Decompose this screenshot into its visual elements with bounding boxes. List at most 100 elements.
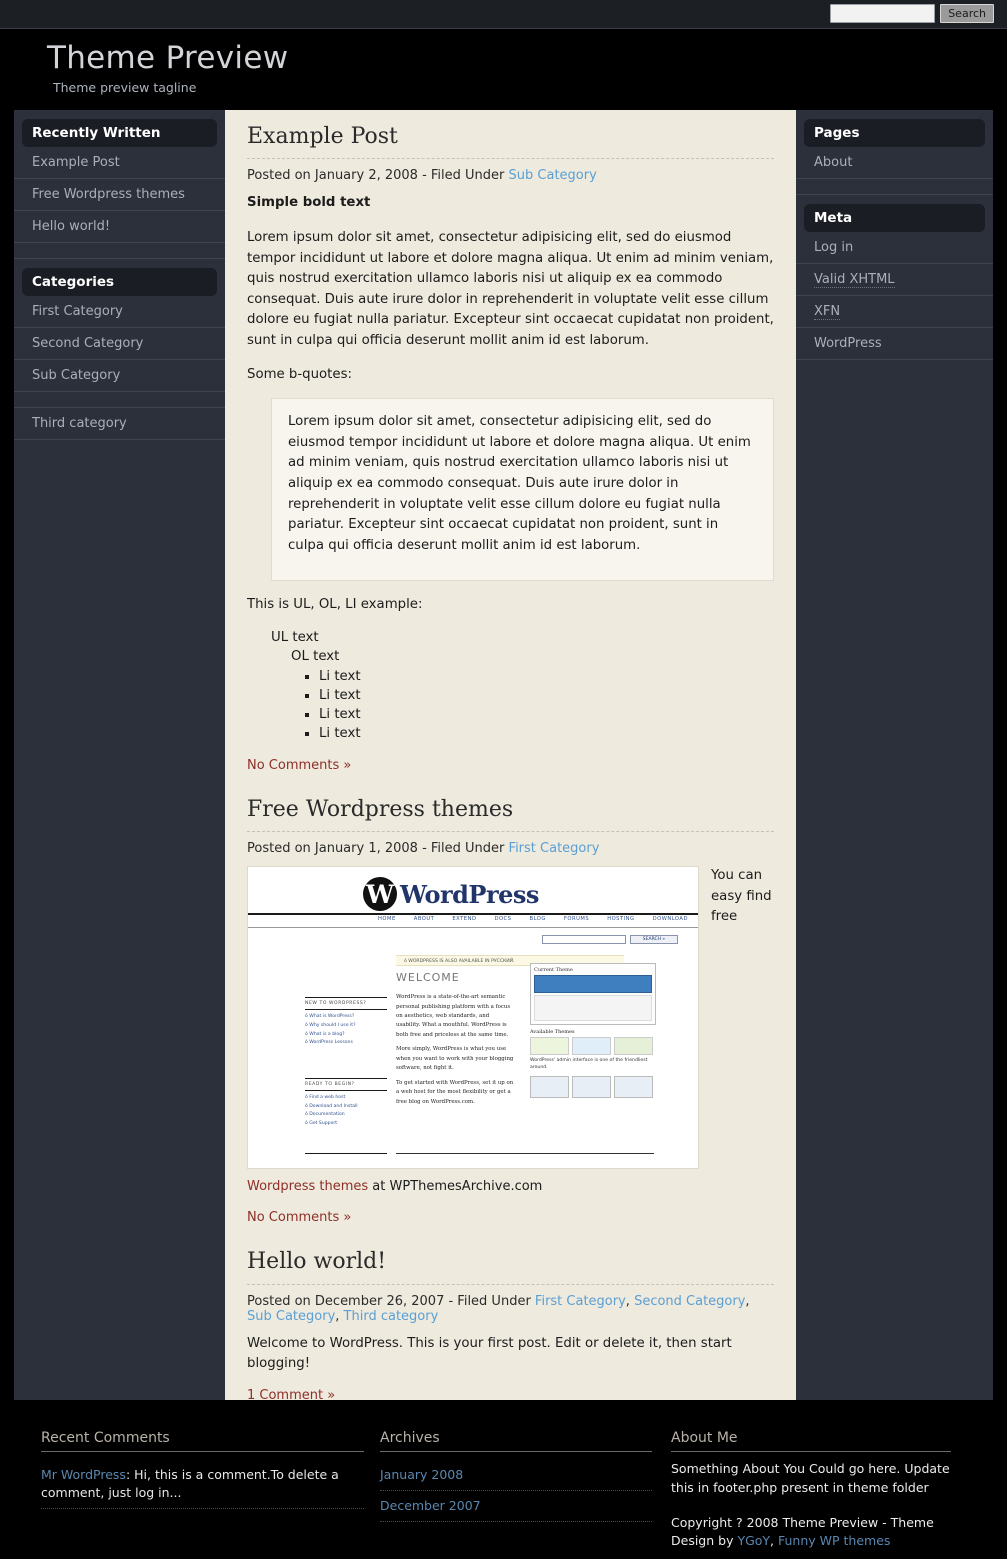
list-item[interactable]: Free Wordpress themes [14, 179, 225, 211]
column-heading-new: NEW TO WORDPRESS? [305, 1001, 367, 1007]
sidebar-link-third-category[interactable]: Third category [32, 416, 127, 431]
demo-list-ol: OL text Li text Li text Li text Li text [271, 647, 774, 743]
credit-link-funny-wp-themes[interactable]: Funny WP themes [778, 1533, 890, 1548]
wordpress-mini-search: SEARCH » [542, 935, 678, 945]
sidebar-link-sub-category[interactable]: Sub Category [32, 368, 120, 383]
comment-author-link[interactable]: Mr WordPress [41, 1467, 126, 1482]
list-item[interactable]: Example Post [14, 147, 225, 179]
site-tagline: Theme preview tagline [53, 80, 197, 95]
wordpress-right-column: Current Theme Available Themes WordPress… [530, 963, 656, 1098]
list-item[interactable]: WordPress [796, 328, 993, 360]
archive-link-december-2007[interactable]: December 2007 [380, 1498, 481, 1513]
demo-list-li: Li text Li text Li text Li text [291, 667, 774, 744]
widget-list-recently-written: Example Post Free Wordpress themes Hello… [14, 147, 225, 259]
feature-thumb-2 [572, 1075, 611, 1098]
sidebar-link-xfn[interactable]: XFN [814, 304, 841, 320]
wordpress-screenshot-image[interactable]: W WordPress HOME ABOUT EXTEND DOCS BLOG … [247, 866, 699, 1170]
post-meta-text: Posted on January 2, 2008 - Filed Under [247, 168, 509, 184]
sidebar-link-second-category[interactable]: Second Category [32, 336, 143, 351]
sidebar-link-wordpress[interactable]: WordPress [814, 336, 882, 351]
credit-link-ygoy[interactable]: YGoY [737, 1533, 770, 1548]
copyright-text: Copyright ? 2008 Theme Preview - Theme D… [671, 1514, 951, 1552]
wordpress-wordmark: WordPress [400, 879, 539, 909]
sidebar-link-log-in[interactable]: Log in [814, 240, 853, 255]
divider [248, 927, 698, 929]
list-item[interactable]: Hello world! [14, 211, 225, 243]
wordpress-w-icon: W [363, 877, 397, 912]
post-title[interactable]: Example Post [247, 124, 774, 150]
list-item: Mr WordPress: Hi, this is a comment.To d… [41, 1460, 364, 1510]
comments-link[interactable]: No Comments » [247, 758, 351, 773]
search-form: Search [830, 4, 994, 23]
divider [248, 913, 698, 916]
site-title[interactable]: Theme Preview [47, 40, 288, 76]
post-meta: Posted on January 1, 2008 - Filed Under … [247, 831, 774, 856]
archive-link-january-2008[interactable]: January 2008 [380, 1467, 463, 1482]
quote-intro: Some b-quotes: [247, 366, 352, 382]
list-item[interactable]: Log in [796, 232, 993, 264]
list-item: Li text [319, 667, 774, 686]
search-button[interactable]: Search [940, 4, 994, 23]
sidebar-link-free-wordpress-themes[interactable]: Free Wordpress themes [32, 187, 185, 202]
page-root: Search Theme Preview Theme preview tagli… [0, 0, 1007, 1559]
sidebar-link-example-post[interactable]: Example Post [32, 155, 120, 170]
sidebar-link-hello-world[interactable]: Hello world! [32, 219, 110, 234]
footer-column-archives: Archives January 2008 December 2007 [380, 1430, 652, 1523]
nav-item-download: DOWNLOAD [652, 916, 688, 923]
category-link-first-category[interactable]: First Category [509, 841, 600, 856]
post-title[interactable]: Hello world! [247, 1249, 774, 1275]
list-item: Li text [319, 724, 774, 743]
sidebar-link-about[interactable]: About [814, 155, 852, 170]
separator: , [335, 1308, 344, 1324]
wordpress-left-column: NEW TO WORDPRESS? ó What is WordPress? ó… [305, 997, 387, 1129]
post-meta: Posted on December 26, 2007 - Filed Unde… [247, 1283, 774, 1324]
footer-list-archives: January 2008 December 2007 [380, 1460, 652, 1523]
blockquote: Lorem ipsum dolor sit amet, consectetur … [271, 398, 774, 581]
category-link-second-category[interactable]: Second Category [634, 1294, 745, 1309]
search-button: SEARCH » [630, 935, 678, 945]
category-link-third-category[interactable]: Third category [344, 1309, 439, 1324]
separator: , [625, 1293, 635, 1309]
sidebar-link-valid-xhtml[interactable]: Valid XHTML [814, 272, 895, 288]
body-paragraph-2: More simply, WordPress is what you use w… [396, 1046, 514, 1072]
list-item[interactable]: Third category [14, 408, 225, 440]
main-columns: Recently Written Example Post Free Wordp… [14, 110, 993, 1403]
list-item[interactable]: Second Category [14, 328, 225, 360]
caption-rest: at WPThemesArchive.com [368, 1179, 543, 1195]
column-links-new: ó What is WordPress? ó Why should I use … [305, 1013, 387, 1048]
wordpress-logo: W WordPress [363, 877, 539, 912]
ul-label: UL text [271, 630, 319, 646]
list-spacer [14, 392, 225, 408]
panel-lines [534, 995, 652, 1022]
list-item[interactable]: Valid XHTML [796, 264, 993, 296]
footer-heading-recent-comments: Recent Comments [41, 1430, 364, 1452]
link-get-support: ó Get Support [305, 1121, 338, 1127]
sidebar-link-first-category[interactable]: First Category [32, 304, 123, 319]
panel-caption: WordPress' admin interface is one of the… [530, 1058, 648, 1071]
list-item[interactable]: December 2007 [380, 1491, 652, 1523]
search-input[interactable] [830, 4, 936, 23]
post-title[interactable]: Free Wordpress themes [247, 797, 774, 823]
category-link-first-category[interactable]: First Category [535, 1294, 626, 1309]
link-why-use-it: ó Why should I use it? [305, 1022, 356, 1028]
list-item[interactable]: About [796, 147, 993, 179]
welcome-heading: WELCOME [396, 971, 460, 985]
list-item[interactable]: XFN [796, 296, 993, 328]
search-input [542, 935, 626, 945]
link-what-is-wordpress: ó What is WordPress? [305, 1014, 355, 1020]
theme-preview-thumb [534, 975, 652, 994]
caption-link-wordpress-themes[interactable]: Wordpress themes [247, 1179, 368, 1194]
blockquote-text: Lorem ipsum dolor sit amet, consectetur … [288, 414, 751, 553]
nav-item-blog: BLOG [529, 916, 546, 923]
main-content: Example Post Posted on January 2, 2008 -… [225, 110, 796, 1403]
post-paragraph: Welcome to WordPress. This is your first… [247, 1335, 732, 1372]
wordpress-nav: HOME ABOUT EXTEND DOCS BLOG FORUMS HOSTI… [378, 916, 688, 922]
comments-link[interactable]: No Comments » [247, 1210, 351, 1225]
category-link-sub-category[interactable]: Sub Category [247, 1309, 335, 1324]
nav-item-home: HOME [378, 916, 396, 923]
list-item[interactable]: January 2008 [380, 1460, 652, 1492]
list-item[interactable]: Sub Category [14, 360, 225, 392]
category-link-sub-category[interactable]: Sub Category [509, 168, 597, 183]
widget-list-categories: First Category Second Category Sub Categ… [14, 296, 225, 440]
list-item[interactable]: First Category [14, 296, 225, 328]
